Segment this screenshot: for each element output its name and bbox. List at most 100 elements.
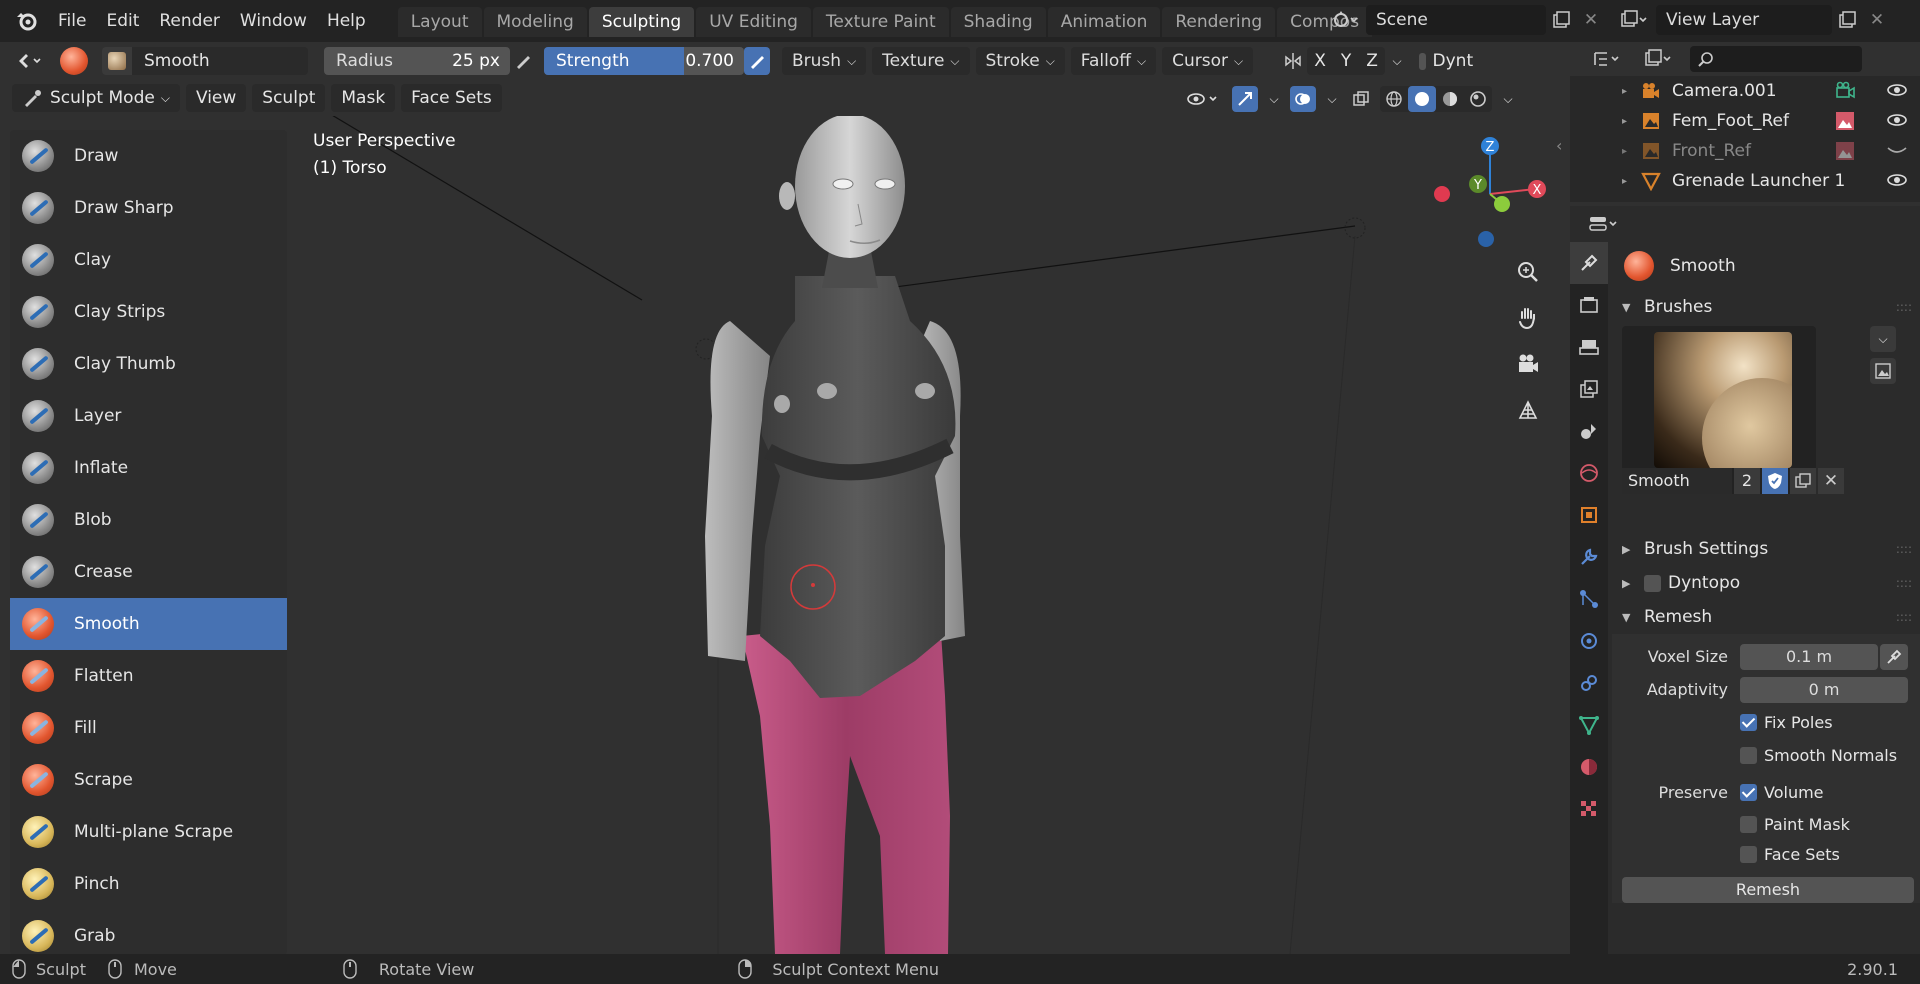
preserve-face-sets-checkbox[interactable] <box>1740 845 1757 863</box>
smooth-normals-row[interactable]: Smooth Normals <box>1612 739 1920 772</box>
scene-name-field[interactable]: Scene <box>1366 5 1546 35</box>
symmetry-icon[interactable] <box>1279 46 1307 76</box>
tool-clay-thumb[interactable]: Clay Thumb <box>10 338 287 390</box>
view-layer-browse-icon[interactable] <box>1612 5 1656 35</box>
symmetry-options-icon[interactable]: ⌵ <box>1385 46 1409 76</box>
image-data-icon[interactable] <box>1834 110 1856 137</box>
tab-sculpting[interactable]: Sculpting <box>588 7 695 37</box>
eye-hidden-icon[interactable] <box>1886 140 1908 165</box>
expand-arrow-icon[interactable]: ▸ <box>1622 116 1627 127</box>
preserve-paint-mask-checkbox[interactable] <box>1740 815 1757 833</box>
remesh-button[interactable]: Remesh <box>1622 877 1914 903</box>
mode-selector[interactable]: Sculpt Mode ⌵ <box>12 84 180 112</box>
tab-render-icon[interactable] <box>1570 284 1608 326</box>
wireframe-shading-icon[interactable] <box>1380 86 1408 112</box>
brush-name-field[interactable]: Smooth <box>132 47 308 75</box>
expand-arrow-icon[interactable]: ▸ <box>1622 176 1627 187</box>
face-sets-menu[interactable]: Face Sets <box>401 84 502 112</box>
drag-handle-icon[interactable]: :::: <box>1896 576 1912 590</box>
scene-browse-icon[interactable] <box>1326 5 1366 35</box>
tab-particles-icon[interactable] <box>1570 578 1608 620</box>
voxel-size-field[interactable]: 0.1 m <box>1740 643 1878 670</box>
texture-menu[interactable]: Texture ⌵ <box>872 47 970 75</box>
cursor-menu[interactable]: Cursor ⌵ <box>1162 47 1254 75</box>
sculpt-menu[interactable]: Sculpt <box>252 84 326 112</box>
tab-constraints-icon[interactable] <box>1570 662 1608 704</box>
brush-list-dropdown-icon[interactable]: ⌵ <box>1870 326 1896 352</box>
strength-pressure-icon[interactable] <box>744 47 770 75</box>
eye-icon[interactable] <box>1886 110 1908 135</box>
symmetry-x-toggle[interactable]: X <box>1307 47 1333 75</box>
zoom-icon[interactable] <box>1510 254 1546 290</box>
menu-window[interactable]: Window <box>230 6 317 36</box>
outliner-item-fem-foot-ref[interactable]: ▸ Fem_Foot_Ref <box>1570 106 1920 136</box>
eye-icon[interactable] <box>1886 80 1908 105</box>
eye-icon[interactable] <box>1886 170 1908 195</box>
tool-multi-plane-scrape[interactable]: Multi-plane Scrape <box>10 806 287 858</box>
tab-shading[interactable]: Shading <box>950 7 1046 37</box>
xray-toggle-icon[interactable] <box>1348 84 1374 114</box>
menu-edit[interactable]: Edit <box>96 6 149 36</box>
drag-handle-icon[interactable]: :::: <box>1896 610 1912 624</box>
fix-poles-row[interactable]: Fix Poles <box>1612 706 1920 739</box>
eyedropper-icon[interactable] <box>1880 643 1908 670</box>
tool-layer[interactable]: Layer <box>10 390 287 442</box>
preserve-volume-checkbox[interactable] <box>1740 784 1757 801</box>
tool-smooth[interactable]: Smooth <box>10 598 287 650</box>
remesh-panel-header[interactable]: ▼ Remesh :::: <box>1612 600 1920 634</box>
tab-object-icon[interactable] <box>1570 494 1608 536</box>
outliner-search-input[interactable] <box>1690 46 1862 72</box>
duplicate-brush-icon[interactable] <box>1790 468 1816 494</box>
dyntopo-checkbox[interactable] <box>1644 574 1661 592</box>
brush-menu[interactable]: Brush ⌵ <box>782 47 867 75</box>
delete-scene-icon[interactable]: ✕ <box>1576 5 1606 35</box>
tab-physics-icon[interactable] <box>1570 620 1608 662</box>
active-brush-icon[interactable] <box>54 46 94 76</box>
expand-arrow-icon[interactable]: ▸ <box>1622 86 1627 97</box>
tool-clay[interactable]: Clay <box>10 234 287 286</box>
tool-clay-strips[interactable]: Clay Strips <box>10 286 287 338</box>
tab-tool-icon[interactable] <box>1570 242 1608 284</box>
camera-data-icon[interactable] <box>1834 80 1856 105</box>
navigation-gizmo[interactable]: Z X Y <box>1434 137 1546 247</box>
tool-inflate[interactable]: Inflate <box>10 442 287 494</box>
radius-pressure-icon[interactable] <box>510 46 536 76</box>
drag-handle-icon[interactable]: :::: <box>1896 542 1912 556</box>
menu-help[interactable]: Help <box>317 6 376 36</box>
brush-image-icon[interactable] <box>1870 358 1896 384</box>
tab-rendering[interactable]: Rendering <box>1162 7 1276 37</box>
stroke-menu[interactable]: Stroke ⌵ <box>975 47 1065 75</box>
tab-uv-editing[interactable]: UV Editing <box>696 7 811 37</box>
tab-data-icon[interactable] <box>1570 704 1608 746</box>
strength-slider[interactable]: Strength 0.700 <box>544 47 744 75</box>
unlink-brush-icon[interactable]: ✕ <box>1818 468 1844 494</box>
tab-modifiers-icon[interactable] <box>1570 536 1608 578</box>
preserve-face-sets-row[interactable]: Face Sets <box>1612 839 1920 869</box>
sculpt-model[interactable] <box>705 116 965 954</box>
rendered-shading-icon[interactable] <box>1464 86 1492 112</box>
dyntopo-panel-header[interactable]: ▶ Dyntopo :::: <box>1612 566 1920 600</box>
ortho-grid-icon[interactable] <box>1510 392 1546 428</box>
new-scene-icon[interactable] <box>1546 5 1576 35</box>
tool-draw[interactable]: Draw <box>10 130 287 182</box>
brush-user-count[interactable]: 2 <box>1734 468 1760 494</box>
shading-options-icon[interactable]: ⌵ <box>1498 84 1518 114</box>
view-layer-field[interactable]: View Layer <box>1656 5 1832 35</box>
brush-datablock-name[interactable]: Smooth <box>1622 468 1732 494</box>
tab-layout[interactable]: Layout <box>397 7 482 37</box>
brushes-panel-header[interactable]: ▼ Brushes :::: <box>1612 290 1920 324</box>
dyntopo-header-checkbox[interactable] <box>1419 52 1426 70</box>
tool-scrape[interactable]: Scrape <box>10 754 287 806</box>
brush-settings-panel-header[interactable]: ▶ Brush Settings :::: <box>1612 532 1920 566</box>
gizmo-toggle-icon[interactable] <box>1232 86 1258 112</box>
dyntopo-toggle[interactable]: Dynt <box>1419 51 1473 71</box>
outliner-item-grenade-launcher[interactable]: ▸ Grenade Launcher 1 <box>1570 166 1920 196</box>
tab-material-icon[interactable] <box>1570 746 1608 788</box>
tool-grab[interactable]: Grab <box>10 910 287 955</box>
expand-arrow-icon[interactable]: ▸ <box>1622 146 1627 157</box>
mask-menu[interactable]: Mask <box>331 84 396 112</box>
adaptivity-field[interactable]: 0 m <box>1740 676 1908 703</box>
outliner-filter-icon[interactable] <box>1638 44 1682 74</box>
visibility-icon[interactable] <box>1180 84 1226 114</box>
smooth-normals-checkbox[interactable] <box>1740 747 1757 764</box>
